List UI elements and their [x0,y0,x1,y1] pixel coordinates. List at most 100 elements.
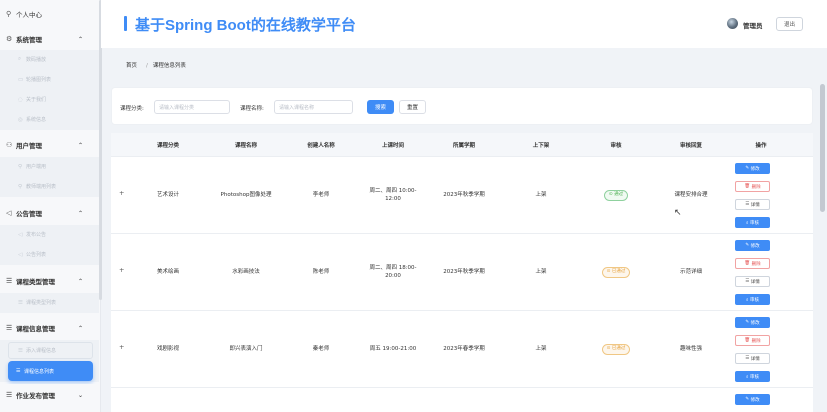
cell-shelf: 上架 [535,269,547,275]
col-name: 课程名称 [234,143,257,149]
sidebar-item-course-list[interactable]: ☰ 课程信息列表 [8,361,93,381]
sidebar-group-system[interactable]: ⚙ 系统管理 ⌃ [0,28,99,50]
col-actions: 操作 [755,143,767,149]
sidebar-item-teacher-list[interactable]: ⚲ 教师端用列表 [0,177,99,196]
table-row: + 戏剧影视 即兴表演入门 秦老师 周五 19:00-21:00 2023年春季… [111,311,813,388]
list-icon: ☰ [16,368,21,374]
sidebar-group-course-info[interactable]: ☰ 课程信息管理 ⌃ [0,317,99,339]
edit-icon: ✎ [745,397,750,402]
table-row: ✎ 修改 [111,388,813,412]
sidebar-item-publish-notice[interactable]: ◁ 发布公告 [0,225,99,244]
sidebar-group-homework[interactable]: ☰ 作业发布管理 ⌄ [0,384,99,406]
cell-term: 2023年秋季学期 [443,192,485,198]
cell-creator: 李老师 [312,192,330,198]
cell-creator: 陈老师 [312,269,330,275]
sidebar-group-course-type[interactable]: ☰ 课程类型管理 ⌃ [0,270,99,292]
cell-reply: 课程安排合理 [674,192,708,198]
edit-button[interactable]: ✎ 修改 [735,240,770,251]
sidebar-item-add-course[interactable]: ☰ 添入课程信息 [0,341,99,360]
breadcrumb-separator: / [146,63,148,69]
cell-category: 戏剧影视 [156,346,179,352]
sidebar-submenu-users: ⚲ 用户端用 ⚲ 教师端用列表 [0,157,99,197]
cell-shelf: 上架 [535,346,547,352]
search-icon: ⌕ [18,56,22,62]
page-scrollbar[interactable] [820,84,825,212]
cell-term: 2023年秋季学期 [443,269,485,275]
sidebar-group-notice[interactable]: ◁ 公告管理 ⌃ [0,202,99,224]
sidebar-item-carousel[interactable]: ▭ 轮播图列表 [0,70,99,89]
cell-shelf: 上架 [535,192,547,198]
expand-toggle[interactable]: + [119,266,124,274]
app-title: 基于Spring Boot的在线教学平台 [135,17,356,34]
col-category: 课程分类 [156,143,179,149]
title-accent-bar [124,16,127,31]
sidebar-item-about[interactable]: ◌ 关于我们 [0,90,99,109]
search-button[interactable]: 搜索 [367,100,394,114]
info-icon: ◌ [18,96,23,103]
name-input[interactable]: 请输入课程名称 [274,100,353,114]
avatar[interactable] [727,18,738,29]
col-reply: 审核回复 [679,143,702,149]
detail-button[interactable]: ☰ 详情 [735,276,770,287]
expand-toggle[interactable]: + [119,343,124,351]
detail-button[interactable]: ☰ 详情 [735,353,770,364]
sidebar-item-sysinfo[interactable]: ◎ 系统信息 [0,110,99,129]
list-icon: ☰ [18,299,23,306]
user-name: 管理员 [743,22,763,30]
users-icon: ⚇ [6,141,13,149]
delete-button[interactable]: 🗑 删除 [735,258,770,269]
chevron-down-icon: ⌄ [77,391,83,399]
review-button[interactable]: ⌕ 审核 [735,294,770,305]
clock-icon: ⊙ [606,346,611,351]
sidebar-item-notice-list[interactable]: ◁ 公告列表 [0,245,99,264]
check-circle-icon: ⊙ [608,192,613,197]
detail-icon: ☰ [745,202,750,207]
sidebar-group-label: 课程信息管理 [16,325,55,333]
detail-icon: ☰ [745,356,750,361]
sidebar-group-users[interactable]: ⚇ 用户管理 ⌃ [0,134,99,156]
sidebar-group-label: 作业发布管理 [16,392,55,400]
logout-button[interactable]: 退出 [776,17,803,31]
sidebar: ⚲ 个人中心 ⚙ 系统管理 ⌃ ⌕ 数码播放 ▭ 轮播图列表 ◌ 关于我们 ◎ 系统信息… [0,0,101,412]
category-label: 课程分类: [120,106,144,112]
expand-toggle[interactable]: + [119,189,124,197]
settings-icon: ◎ [18,116,23,123]
edit-button[interactable]: ✎ 修改 [735,163,770,174]
chevron-up-icon: ⌃ [77,35,83,43]
review-button[interactable]: ⌕ 审核 [735,217,770,228]
detail-button[interactable]: ☰ 详情 [735,199,770,210]
category-input[interactable]: 请输入课程分类 [154,100,230,114]
cell-audit: ⊙ 已通过 [586,262,646,282]
edit-icon: ✎ [745,166,750,171]
col-term: 所属学期 [452,143,475,149]
list-icon: ☰ [6,277,13,285]
delete-button[interactable]: 🗑 删除 [735,181,770,192]
delete-button[interactable]: 🗑 删除 [735,335,770,346]
trash-icon: 🗑 [744,184,751,189]
list-icon: ☰ [6,324,13,332]
cell-time: 周二、周四 18:00-20:00 [369,265,417,279]
review-button[interactable]: ⌕ 审核 [735,371,770,382]
edit-button[interactable]: ✎ 修改 [735,394,770,405]
sidebar-item-user-list[interactable]: ⚲ 用户端用 [0,157,99,176]
sidebar-submenu-notice: ◁ 发布公告 ◁ 公告列表 [0,225,99,265]
breadcrumb: 首页 / 课程信息列表 [126,61,190,69]
col-time: 上课时间 [381,143,404,149]
edit-button[interactable]: ✎ 修改 [735,317,770,328]
breadcrumb-home[interactable]: 首页 [126,63,137,69]
course-table: 课程分类 课程名称 创建人名称 上课时间 所属学期 上下架 审核 审核回复 操作… [111,133,813,412]
reset-button[interactable]: 重置 [399,100,426,114]
list-icon: ☰ [6,391,13,399]
cell-reply: 趣味性强 [679,346,702,352]
table-header: 课程分类 课程名称 创建人名称 上课时间 所属学期 上下架 审核 审核回复 操作 [111,133,813,157]
edit-icon: ✎ [745,320,750,325]
sidebar-group-label: 公告管理 [16,210,42,218]
sidebar-submenu-system: ⌕ 数码播放 ▭ 轮播图列表 ◌ 关于我们 ◎ 系统信息 [0,50,99,130]
gear-icon: ⚙ [6,35,13,43]
status-badge: ⊙ 通过 [603,189,629,201]
sidebar-item-system-1[interactable]: ⌕ 数码播放 [0,50,99,69]
sidebar-item-profile[interactable]: ⚲ 个人中心 [0,7,99,21]
sidebar-item-course-type-list[interactable]: ☰ 课程类型列表 [0,293,99,312]
search-icon: ⌕ [746,374,749,380]
user-icon: ⚲ [18,163,23,170]
